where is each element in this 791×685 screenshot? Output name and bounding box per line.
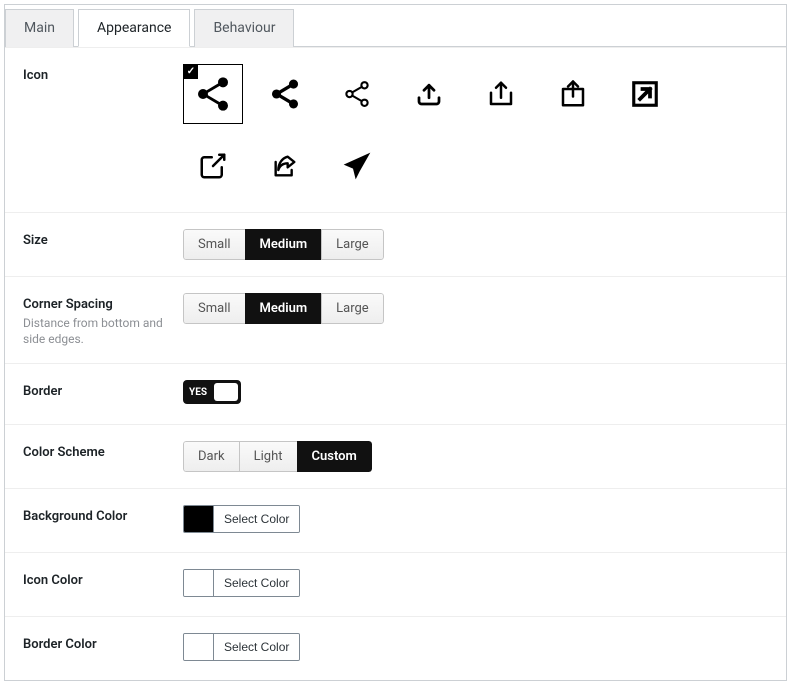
- upload-open-box-icon: [486, 79, 516, 109]
- scheme-custom[interactable]: Custom: [297, 441, 372, 472]
- size-large[interactable]: Large: [321, 229, 384, 260]
- upload-tray-icon: [414, 79, 444, 109]
- corner-medium[interactable]: Medium: [245, 293, 323, 324]
- share-box-icon: [558, 79, 588, 109]
- label-color-scheme: Color Scheme: [23, 441, 183, 460]
- size-group: Small Medium Large: [183, 229, 384, 260]
- icon-option-share-filled[interactable]: [183, 64, 243, 124]
- external-link-filled-icon: [630, 79, 660, 109]
- share-nodes-outline-icon: [342, 79, 372, 109]
- row-corner-spacing: Corner Spacing Distance from bottom and …: [5, 276, 786, 363]
- label-border-color: Border Color: [23, 633, 183, 652]
- icon-option-upload-tray[interactable]: [399, 64, 459, 124]
- background-color-picker[interactable]: Select Color: [183, 505, 300, 533]
- paper-plane-icon: [341, 150, 373, 182]
- scheme-dark[interactable]: Dark: [183, 441, 240, 472]
- row-icon-color: Icon Color Select Color: [5, 552, 786, 616]
- label-corner-spacing: Corner Spacing Distance from bottom and …: [23, 293, 183, 347]
- label-size: Size: [23, 229, 183, 248]
- corner-spacing-group: Small Medium Large: [183, 293, 384, 324]
- label-corner-spacing-desc: Distance from bottom and side edges.: [23, 316, 183, 347]
- share-arrow-box-icon: [269, 150, 301, 182]
- border-toggle[interactable]: YES: [183, 380, 241, 404]
- toggle-knob: [214, 383, 238, 401]
- tab-main[interactable]: Main: [5, 9, 74, 47]
- scheme-light[interactable]: Light: [239, 441, 298, 472]
- row-icon: Icon: [5, 47, 786, 212]
- tabs: Main Appearance Behaviour: [5, 5, 786, 47]
- icon-option-upload-box-open[interactable]: [471, 64, 531, 124]
- icon-option-external-outline[interactable]: [183, 136, 243, 196]
- corner-large[interactable]: Large: [321, 293, 384, 324]
- background-color-swatch: [184, 506, 214, 532]
- border-color-swatch: [184, 634, 214, 660]
- tab-appearance[interactable]: Appearance: [78, 9, 190, 47]
- icon-option-share-bold[interactable]: [255, 64, 315, 124]
- border-color-picker[interactable]: Select Color: [183, 633, 300, 661]
- label-icon-color: Icon Color: [23, 569, 183, 588]
- toggle-on-label: YES: [189, 387, 207, 398]
- size-small[interactable]: Small: [183, 229, 246, 260]
- label-icon: Icon: [23, 64, 183, 83]
- row-size: Size Small Medium Large: [5, 212, 786, 276]
- row-border-color: Border Color Select Color: [5, 616, 786, 680]
- row-color-scheme: Color Scheme Dark Light Custom: [5, 424, 786, 488]
- share-nodes-bold-icon: [268, 77, 302, 111]
- label-background-color: Background Color: [23, 505, 183, 524]
- row-background-color: Background Color Select Color: [5, 488, 786, 552]
- row-border: Border YES: [5, 363, 786, 424]
- corner-small[interactable]: Small: [183, 293, 246, 324]
- label-border: Border: [23, 380, 183, 399]
- icon-option-external-filled[interactable]: [615, 64, 675, 124]
- icon-option-paper-plane[interactable]: [327, 136, 387, 196]
- icon-option-share-outline[interactable]: [327, 64, 387, 124]
- icon-option-share-box[interactable]: [543, 64, 603, 124]
- icon-color-picker[interactable]: Select Color: [183, 569, 300, 597]
- icon-grid: [183, 64, 743, 196]
- external-link-outline-icon: [198, 151, 228, 181]
- border-color-button[interactable]: Select Color: [214, 634, 299, 660]
- tab-behaviour[interactable]: Behaviour: [194, 9, 294, 47]
- icon-option-share-arrow-box[interactable]: [255, 136, 315, 196]
- size-medium[interactable]: Medium: [245, 229, 323, 260]
- icon-color-button[interactable]: Select Color: [214, 570, 299, 596]
- color-scheme-group: Dark Light Custom: [183, 441, 372, 472]
- icon-color-swatch: [184, 570, 214, 596]
- share-nodes-filled-icon: [193, 74, 233, 114]
- background-color-button[interactable]: Select Color: [214, 506, 299, 532]
- appearance-panel: Main Appearance Behaviour Icon: [4, 4, 787, 681]
